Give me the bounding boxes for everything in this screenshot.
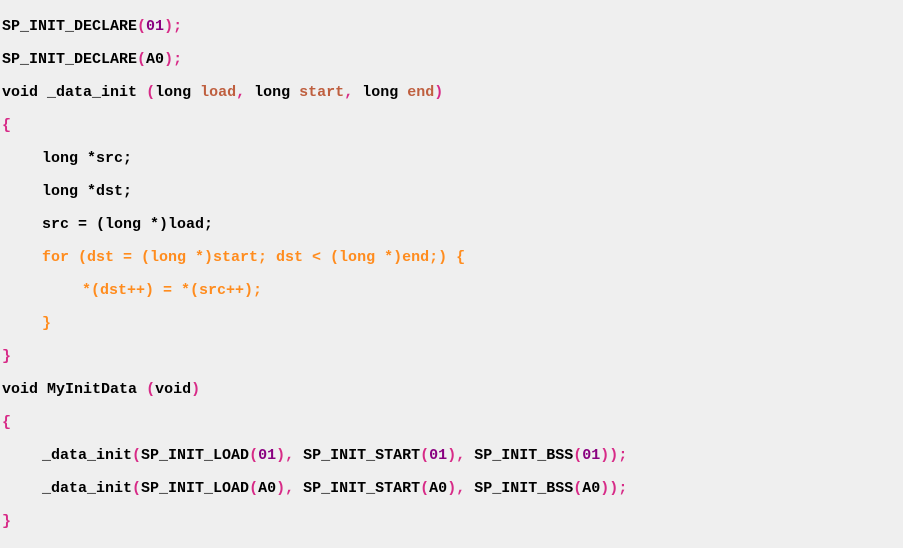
keyword-for: for	[42, 249, 69, 266]
void: void	[155, 381, 191, 398]
paren-open: (	[146, 84, 155, 101]
paren-close: )	[276, 480, 285, 497]
line-16: }	[2, 513, 11, 530]
line-12: void MyInitData (void)	[2, 381, 200, 398]
line-5: long *src;	[2, 150, 132, 167]
statement: src = (long *)load;	[42, 216, 213, 233]
function-name: MyInitData	[47, 381, 137, 398]
paren-close: )	[609, 447, 618, 464]
semicolon: ;	[173, 18, 182, 35]
type: long	[42, 150, 78, 167]
macro-arg: A0	[146, 51, 164, 68]
brace-close: }	[2, 513, 11, 530]
param-type: long	[254, 84, 290, 101]
macro-name: SP_INIT_LOAD	[141, 447, 249, 464]
paren-close: )	[447, 447, 456, 464]
line-10: }	[2, 315, 51, 332]
param-name: start	[299, 84, 344, 101]
paren-open: (	[137, 51, 146, 68]
paren-open: (	[420, 480, 429, 497]
macro-name: SP_INIT_START	[303, 480, 420, 497]
macro-name: SP_INIT_LOAD	[141, 480, 249, 497]
line-7: src = (long *)load;	[2, 216, 213, 233]
macro-arg: A0	[429, 480, 447, 497]
paren-open: (	[132, 480, 141, 497]
macro-name: SP_INIT_DECLARE	[2, 51, 137, 68]
paren-open: (	[573, 447, 582, 464]
brace-open: {	[2, 414, 11, 431]
brace-close: }	[2, 348, 11, 365]
macro-arg: A0	[582, 480, 600, 497]
param-name: end	[407, 84, 434, 101]
param-type: long	[155, 84, 191, 101]
macro-name: SP_INIT_DECLARE	[2, 18, 137, 35]
call-name: _data_init	[42, 480, 132, 497]
paren-open: (	[146, 381, 155, 398]
semicolon: ;	[173, 51, 182, 68]
return-type: void	[2, 381, 38, 398]
paren-close: )	[600, 480, 609, 497]
var-decl: *dst;	[78, 183, 132, 200]
paren-close: )	[434, 84, 443, 101]
macro-arg: 01	[429, 447, 447, 464]
line-3: void _data_init (long load, long start, …	[2, 84, 443, 101]
comma: ,	[236, 84, 254, 101]
macro-arg: 01	[258, 447, 276, 464]
function-name: _data_init	[47, 84, 137, 101]
comma: ,	[285, 480, 303, 497]
paren-open: (	[420, 447, 429, 464]
param-type: long	[362, 84, 398, 101]
paren-close: )	[276, 447, 285, 464]
line-2: SP_INIT_DECLARE(A0);	[2, 51, 182, 68]
paren-close: )	[600, 447, 609, 464]
macro-arg: 01	[582, 447, 600, 464]
return-type: void	[2, 84, 38, 101]
line-4: {	[2, 117, 11, 134]
brace-open: {	[2, 117, 11, 134]
type: long	[42, 183, 78, 200]
line-6: long *dst;	[2, 183, 132, 200]
code-block: SP_INIT_DECLARE(01); SP_INIT_DECLARE(A0)…	[2, 10, 903, 538]
paren-close: )	[447, 480, 456, 497]
semicolon: ;	[618, 447, 627, 464]
macro-name: SP_INIT_BSS	[474, 480, 573, 497]
comma: ,	[285, 447, 303, 464]
paren-open: (	[132, 447, 141, 464]
for-body: (dst = (long *)start; dst < (long *)end;…	[69, 249, 465, 266]
line-15: _data_init(SP_INIT_LOAD(A0), SP_INIT_STA…	[2, 480, 627, 497]
paren-open: (	[249, 447, 258, 464]
line-13: {	[2, 414, 11, 431]
paren-open: (	[249, 480, 258, 497]
paren-close: )	[164, 18, 173, 35]
comma: ,	[456, 480, 474, 497]
macro-name: SP_INIT_BSS	[474, 447, 573, 464]
paren-close: )	[191, 381, 200, 398]
param-name: load	[200, 84, 236, 101]
comma: ,	[456, 447, 474, 464]
line-14: _data_init(SP_INIT_LOAD(01), SP_INIT_STA…	[2, 447, 627, 464]
var-decl: *src;	[78, 150, 132, 167]
loop-body: *(dst++) = *(src++);	[82, 282, 262, 299]
call-name: _data_init	[42, 447, 132, 464]
paren-open: (	[573, 480, 582, 497]
semicolon: ;	[618, 480, 627, 497]
paren-open: (	[137, 18, 146, 35]
paren-close: )	[164, 51, 173, 68]
line-8: for (dst = (long *)start; dst < (long *)…	[2, 249, 465, 266]
comma: ,	[344, 84, 362, 101]
line-1: SP_INIT_DECLARE(01);	[2, 18, 182, 35]
macro-arg: A0	[258, 480, 276, 497]
line-9: *(dst++) = *(src++);	[2, 282, 262, 299]
line-11: }	[2, 348, 11, 365]
macro-arg: 01	[146, 18, 164, 35]
brace-close: }	[42, 315, 51, 332]
macro-name: SP_INIT_START	[303, 447, 420, 464]
paren-close: )	[609, 480, 618, 497]
